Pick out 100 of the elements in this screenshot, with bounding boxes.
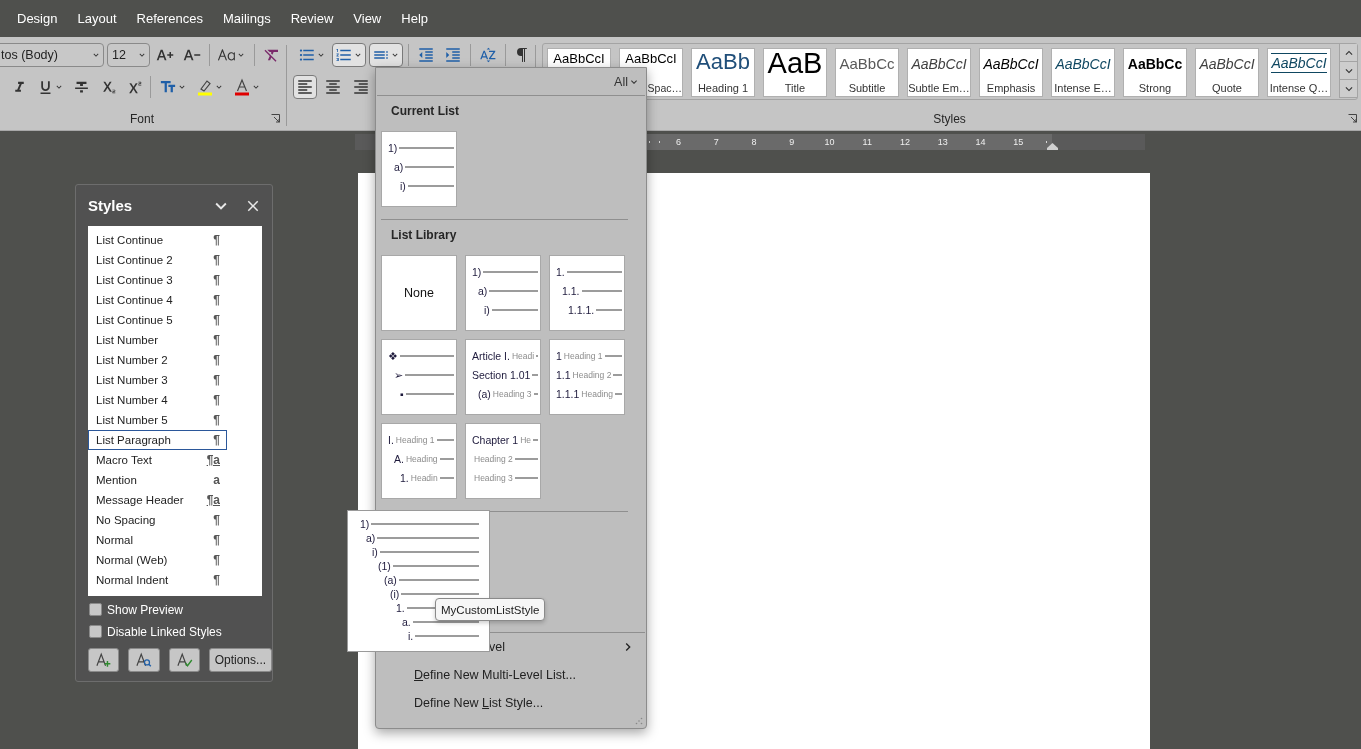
highlighter-icon bbox=[196, 78, 214, 96]
list-marker: i) bbox=[372, 546, 378, 558]
menu-item[interactable]: Define New List Style... bbox=[376, 689, 646, 717]
list-marker: 1) bbox=[360, 518, 370, 530]
checkbox[interactable] bbox=[89, 603, 102, 616]
list-style-option[interactable]: 1) a) i) bbox=[381, 131, 457, 207]
style-list-item[interactable]: List Continue 3 ¶ bbox=[88, 270, 227, 290]
style-list-item[interactable]: List Continue 4 ¶ bbox=[88, 290, 227, 310]
list-style-option[interactable]: None bbox=[381, 255, 457, 331]
style-preview-card[interactable]: AaBbCc Subtitle bbox=[835, 48, 899, 97]
style-list-item[interactable]: Normal ¶ bbox=[88, 530, 227, 550]
resize-grip-icon[interactable] bbox=[635, 717, 643, 725]
sort-icon bbox=[478, 46, 497, 64]
list-marker: (1) bbox=[378, 560, 391, 572]
font-color-icon bbox=[233, 78, 251, 96]
list-marker: (a) bbox=[384, 574, 397, 586]
list-marker: 1. bbox=[400, 471, 409, 484]
heading-caption: Heading bbox=[405, 453, 438, 464]
dialog-launcher-icon[interactable] bbox=[271, 114, 280, 123]
scroll-down-button[interactable] bbox=[1340, 62, 1357, 80]
list-style-option[interactable]: Article I. Headi Section 1.01 (a) Heading 3 bbox=[465, 339, 541, 415]
style-inspector-button[interactable] bbox=[128, 648, 160, 672]
style-list-item[interactable]: Normal (Web) ¶ bbox=[88, 550, 227, 570]
style-list-item[interactable]: List Number 4 ¶ bbox=[88, 390, 227, 410]
list-style-option[interactable]: 1.1.1. 1.1.1. bbox=[549, 255, 625, 331]
style-list-item[interactable]: Normal Indent ¶ bbox=[88, 570, 227, 590]
heading-caption: Heading 2 bbox=[572, 369, 612, 380]
more-styles-button[interactable] bbox=[1340, 80, 1357, 98]
increase-indent-icon bbox=[443, 46, 462, 64]
pane-title: Styles bbox=[88, 197, 134, 214]
section-heading: Current List bbox=[391, 104, 460, 120]
style-list-item[interactable]: Mention a bbox=[88, 470, 227, 490]
menu-tab[interactable]: References bbox=[136, 11, 203, 26]
list-marker: ❖ bbox=[388, 349, 398, 362]
heading-caption: Heading 1 bbox=[395, 434, 435, 445]
list-marker: (i) bbox=[390, 588, 400, 600]
menu-tab[interactable]: Mailings bbox=[223, 11, 271, 26]
style-list-item[interactable]: List Number 2 ¶ bbox=[88, 350, 227, 370]
scroll-up-button[interactable] bbox=[1340, 44, 1357, 62]
list-marker: i. bbox=[408, 630, 414, 642]
right-indent-marker-icon[interactable] bbox=[1047, 142, 1058, 150]
style-list-item[interactable]: List Number 5 ¶ bbox=[88, 410, 227, 430]
style-list-item[interactable]: List Number 3 ¶ bbox=[88, 370, 227, 390]
menu-item[interactable]: Define New Multi-Level List... bbox=[376, 661, 646, 689]
group-label: Styles bbox=[933, 112, 966, 126]
list-style-option[interactable]: ❖ ➢ ▪ bbox=[381, 339, 457, 415]
menu-tab[interactable]: Review bbox=[290, 11, 334, 26]
style-list-item[interactable]: List Paragraph ¶ bbox=[88, 430, 227, 450]
style-list-item[interactable]: List Continue 2 ¶ bbox=[88, 250, 227, 270]
list-marker: ▪ bbox=[400, 387, 404, 400]
style-preview-card[interactable]: AaBbCcI Subtle Em… bbox=[907, 48, 971, 97]
style-preview-card[interactable]: AaBbCcI Quote bbox=[1195, 48, 1259, 97]
manage-styles-button[interactable] bbox=[168, 648, 200, 672]
list-marker: 1) bbox=[388, 141, 398, 154]
menu-tab[interactable]: View bbox=[353, 11, 382, 26]
decrease-indent-icon bbox=[416, 46, 435, 64]
checkbox[interactable] bbox=[89, 625, 102, 638]
list-style-option[interactable]: Chapter 1 He Heading 2 Heading 3 bbox=[465, 423, 541, 499]
list-marker: a) bbox=[478, 284, 488, 297]
list-marker: I. bbox=[388, 433, 394, 446]
tooltip: MyCustomListStyle bbox=[435, 598, 546, 621]
style-preview-card[interactable]: AaBbCcI Intense E… bbox=[1051, 48, 1115, 97]
list-marker: 1.1.1 bbox=[556, 387, 580, 400]
checkbox-label: Show Preview bbox=[107, 602, 184, 617]
list-style-option[interactable]: 1) a) i) bbox=[465, 255, 541, 331]
list-marker: a) bbox=[366, 532, 376, 544]
font-size-combo[interactable]: 12 bbox=[107, 43, 150, 67]
style-list-item[interactable]: List Number ¶ bbox=[88, 330, 227, 350]
list-marker: 1. bbox=[556, 265, 565, 278]
style-list-item[interactable]: No Spacing ¶ bbox=[88, 510, 227, 530]
style-list-item[interactable]: List Continue ¶ bbox=[88, 230, 227, 250]
style-preview-card[interactable]: AaBbCcI Intense Q… bbox=[1267, 48, 1331, 97]
numbering-button[interactable] bbox=[331, 43, 366, 67]
style-list-item[interactable]: Message Header ¶a bbox=[88, 490, 227, 510]
list-marker: a) bbox=[394, 160, 404, 173]
font-name-combo[interactable]: tos (Body) bbox=[0, 43, 104, 67]
menu-tab[interactable]: Design bbox=[17, 11, 58, 26]
section-heading: List Library bbox=[391, 228, 458, 244]
list-style-option[interactable]: I. Heading 1 A. Heading 1. Headin bbox=[381, 423, 457, 499]
align-right-icon bbox=[351, 78, 370, 96]
align-left-button[interactable] bbox=[292, 75, 317, 99]
list-style-option[interactable]: 1 Heading 1 1.1 Heading 2 1.1.1 Heading bbox=[549, 339, 625, 415]
style-preview-card[interactable]: AaBbCc Strong bbox=[1123, 48, 1187, 97]
dialog-launcher-icon[interactable] bbox=[1348, 114, 1357, 123]
list-marker: i) bbox=[400, 179, 406, 192]
style-preview-card[interactable]: AaBb Heading 1 bbox=[691, 48, 755, 97]
new-style-button[interactable] bbox=[88, 648, 120, 672]
list-marker: Article I. bbox=[472, 349, 510, 362]
heading-caption: Heading 1 bbox=[563, 350, 603, 361]
list-marker: 1.1 bbox=[556, 368, 571, 381]
options-button[interactable]: Options... bbox=[208, 648, 272, 672]
list-marker: 1.1.1. bbox=[568, 303, 595, 316]
heading-caption: Heading 3 bbox=[474, 472, 513, 483]
menu-tab[interactable]: Help bbox=[401, 11, 428, 26]
style-preview-card[interactable]: AaB Title bbox=[763, 48, 827, 97]
style-list-item[interactable]: List Continue 5 ¶ bbox=[88, 310, 227, 330]
menu-tab[interactable]: Layout bbox=[77, 11, 117, 26]
style-list-item[interactable]: Macro Text ¶a bbox=[88, 450, 227, 470]
style-preview-card[interactable]: AaBbCcI Emphasis bbox=[979, 48, 1043, 97]
multilevel-button[interactable] bbox=[368, 43, 403, 67]
